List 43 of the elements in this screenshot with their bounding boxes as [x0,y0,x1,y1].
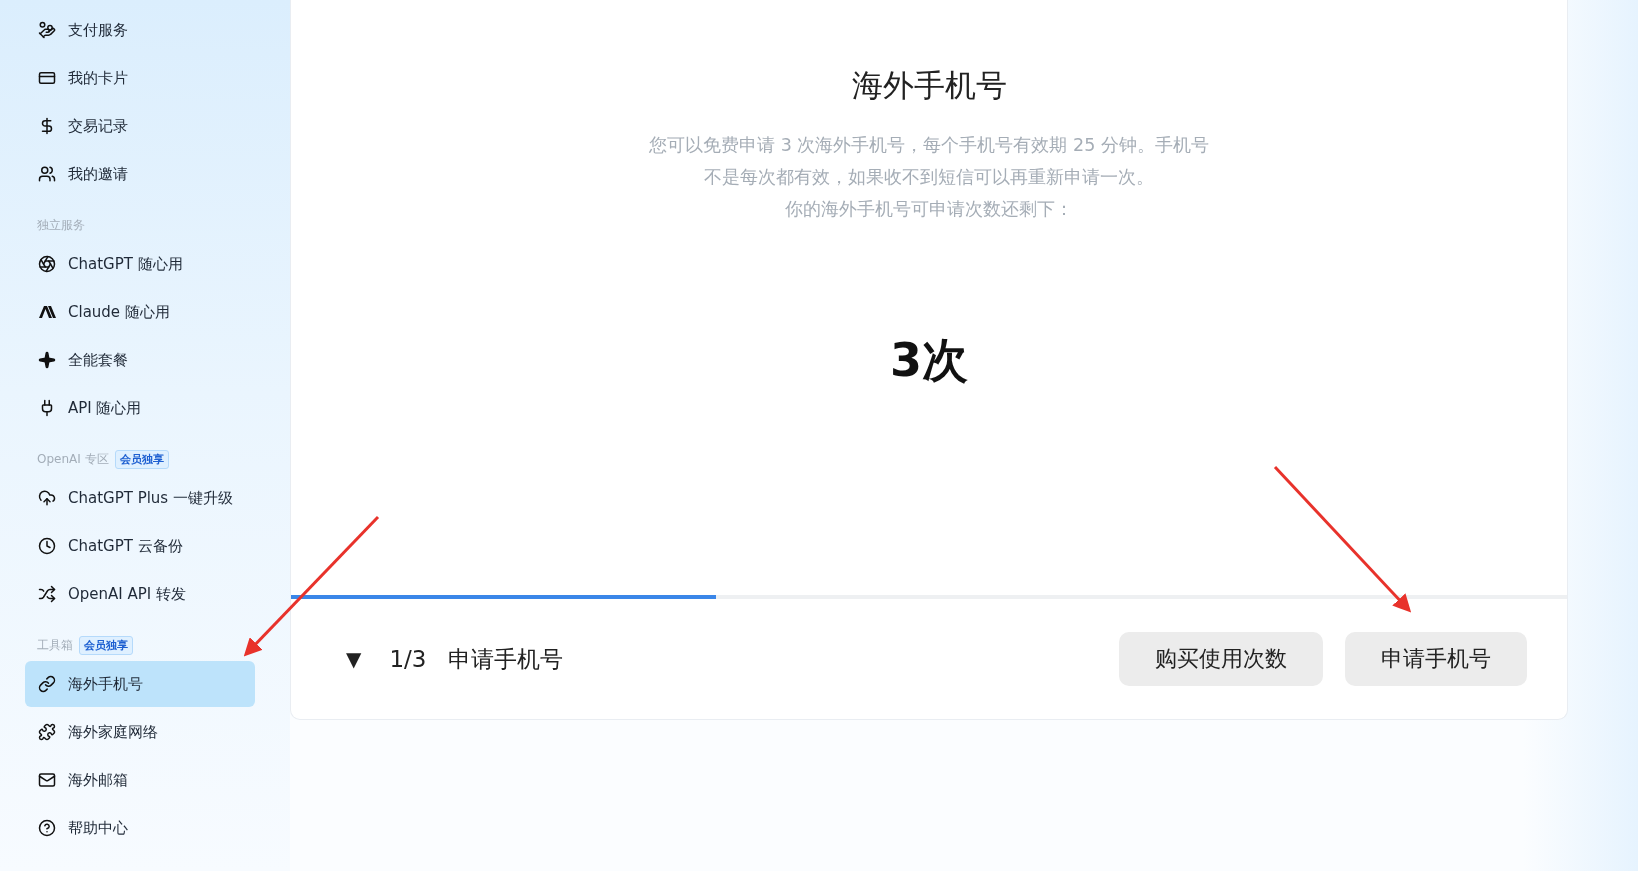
sidebar-item[interactable]: 支付服务 [25,7,255,53]
sidebar-item[interactable]: 交易记录 [25,103,255,149]
sidebar-item[interactable]: Claude 随心用 [25,289,255,335]
sidebar-item[interactable]: ChatGPT 云备份 [25,523,255,569]
description-line: 您可以免费申请 3 次海外手机号，每个手机号有效期 25 分钟。手机号 [649,134,1209,157]
step-label: 申请手机号 [448,644,565,674]
sidebar-item[interactable]: 海外邮箱 [25,757,255,803]
sidebar-item[interactable]: 海外家庭网络 [25,709,255,755]
link-icon [38,675,56,693]
clock-icon [38,537,56,555]
collapse-toggle[interactable]: ▼ [346,647,362,671]
sparkle-icon [38,351,56,369]
sidebar-item[interactable]: OpenAI API 转发 [25,571,255,617]
section-header: 工具箱 [37,636,73,654]
description-line: 你的海外手机号可申请次数还剩下： [785,198,1073,221]
sidebar-item[interactable]: ChatGPT 随心用 [25,241,255,287]
shuffle-icon [38,585,56,603]
description-line: 不是每次都有效，如果收不到短信可以再重新申请一次。 [704,166,1154,189]
member-badge: 会员独享 [114,449,169,469]
users-icon [38,165,56,183]
sidebar-item[interactable]: 海外手机号 [25,661,255,707]
aperture-icon [38,255,56,273]
logo-icon [38,303,56,321]
action-button[interactable]: 购买使用次数 [1119,632,1323,686]
puzzle-icon [38,723,56,741]
sidebar-item[interactable]: 帮助中心 [25,805,255,851]
member-badge: 会员独享 [79,635,133,655]
coins-hand-icon [38,21,56,39]
page-title: 海外手机号 [851,66,1007,105]
sidebar-item[interactable]: 我的邀请 [25,151,255,197]
help-icon [38,819,56,837]
sidebar-item[interactable]: 我的卡片 [25,55,255,101]
section-header: OpenAI 专区 [37,450,109,468]
mail-icon [38,771,56,789]
step-counter: 1/3 [389,646,427,672]
section-header: 独立服务 [37,216,85,234]
sidebar-item[interactable]: 全能套餐 [25,337,255,383]
sidebar-item[interactable]: API 随心用 [25,385,255,431]
action-button[interactable]: 申请手机号 [1345,632,1527,686]
sidebar-item[interactable]: ChatGPT Plus 一键升级 [25,475,255,521]
cloud-upload-icon [38,489,56,507]
card-icon [38,69,56,87]
remaining-count: 3次 [890,332,968,389]
